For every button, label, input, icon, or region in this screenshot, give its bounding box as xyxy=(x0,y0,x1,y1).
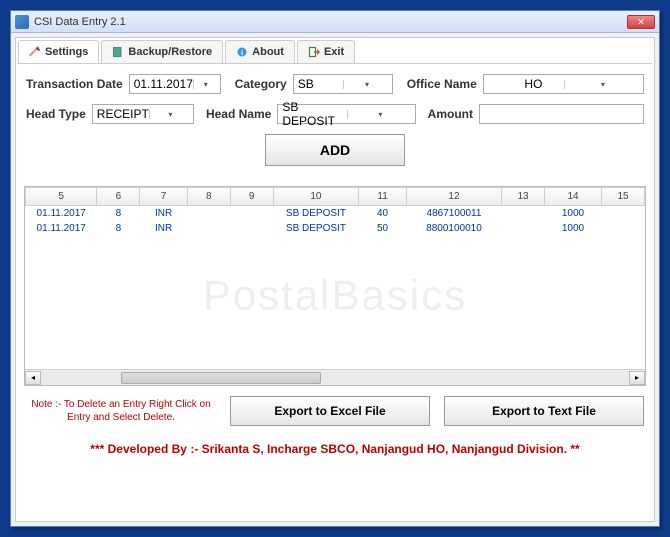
tab-label: Backup/Restore xyxy=(128,46,212,58)
close-button[interactable]: ✕ xyxy=(627,15,655,29)
field-value: HO xyxy=(488,77,564,91)
head-name-label: Head Name xyxy=(206,107,271,121)
horizontal-scrollbar[interactable]: ◂ ▸ xyxy=(25,369,645,385)
transaction-date-input[interactable]: 01.11.2017 ▾ xyxy=(129,74,221,94)
titlebar: CSI Data Entry 2.1 ✕ xyxy=(11,11,659,33)
cell xyxy=(230,221,273,236)
tab-label: About xyxy=(252,46,284,58)
footer-credit: *** Developed By :- Srikanta S, Incharge… xyxy=(18,436,652,464)
table-row[interactable]: 01.11.2017 8 INR SB DEPOSIT 40 486710001… xyxy=(26,206,645,222)
exit-icon xyxy=(308,46,320,58)
category-select[interactable]: SB ▾ xyxy=(293,74,393,94)
grid-header-row: 5 6 7 8 9 10 11 12 13 14 15 xyxy=(26,188,645,206)
about-icon: i xyxy=(236,46,248,58)
scroll-right-arrow[interactable]: ▸ xyxy=(629,371,645,385)
field-value: 01.11.2017 xyxy=(134,77,193,91)
head-type-label: Head Type xyxy=(26,107,86,121)
col-header[interactable]: 8 xyxy=(187,188,230,206)
field-value: RECEIPT xyxy=(97,107,149,121)
cell xyxy=(230,206,273,222)
tab-exit[interactable]: Exit xyxy=(297,40,355,63)
cell: SB DEPOSIT xyxy=(273,221,359,236)
data-grid: 5 6 7 8 9 10 11 12 13 14 15 01.11.2017 8 xyxy=(24,186,646,386)
chevron-down-icon[interactable]: ▾ xyxy=(564,80,641,89)
transaction-date-label: Transaction Date xyxy=(26,77,123,91)
cell: INR xyxy=(140,206,188,222)
office-name-label: Office Name xyxy=(407,77,477,91)
col-header[interactable]: 9 xyxy=(230,188,273,206)
cell: 01.11.2017 xyxy=(26,206,97,222)
office-name-select[interactable]: HO ▾ xyxy=(483,74,644,94)
tab-bar: Settings Backup/Restore i About Exit xyxy=(18,40,652,64)
tab-backup[interactable]: Backup/Restore xyxy=(101,40,223,63)
col-header[interactable]: 12 xyxy=(406,188,501,206)
cell xyxy=(602,221,645,236)
table-row[interactable]: 01.11.2017 8 INR SB DEPOSIT 50 880010001… xyxy=(26,221,645,236)
cell xyxy=(187,221,230,236)
watermark: PostalBasics xyxy=(203,272,467,320)
form-area: Transaction Date 01.11.2017 ▾ Category S… xyxy=(18,64,652,186)
field-value: SB DEPOSIT xyxy=(282,100,347,128)
cell: 1000 xyxy=(544,206,601,222)
col-header[interactable]: 13 xyxy=(502,188,545,206)
head-name-select[interactable]: SB DEPOSIT ▾ xyxy=(277,104,415,124)
cell: 4867100011 xyxy=(406,206,501,222)
cell: 1000 xyxy=(544,221,601,236)
settings-icon xyxy=(29,46,41,58)
tab-settings[interactable]: Settings xyxy=(18,40,99,63)
cell: SB DEPOSIT xyxy=(273,206,359,222)
window-title: CSI Data Entry 2.1 xyxy=(34,16,627,28)
chevron-down-icon[interactable]: ▾ xyxy=(149,110,191,119)
tab-label: Settings xyxy=(45,46,88,58)
col-header[interactable]: 10 xyxy=(273,188,359,206)
cell xyxy=(502,206,545,222)
export-text-button[interactable]: Export to Text File xyxy=(444,396,644,426)
svg-text:i: i xyxy=(241,48,243,57)
export-excel-button[interactable]: Export to Excel File xyxy=(230,396,430,426)
cell: 8 xyxy=(97,206,140,222)
amount-label: Amount xyxy=(428,107,473,121)
cell xyxy=(187,206,230,222)
cell: INR xyxy=(140,221,188,236)
tab-label: Exit xyxy=(324,46,344,58)
calendar-icon[interactable]: ▾ xyxy=(193,80,218,89)
col-header[interactable]: 15 xyxy=(602,188,645,206)
col-header[interactable]: 7 xyxy=(140,188,188,206)
cell xyxy=(602,206,645,222)
scroll-left-arrow[interactable]: ◂ xyxy=(25,371,41,385)
backup-icon xyxy=(112,46,124,58)
scroll-thumb[interactable] xyxy=(121,372,321,384)
content-area: Settings Backup/Restore i About Exit Tra… xyxy=(15,37,655,522)
cell: 8800100010 xyxy=(406,221,501,236)
cell: 40 xyxy=(359,206,407,222)
tab-about[interactable]: i About xyxy=(225,40,295,63)
delete-note: Note :- To Delete an Entry Right Click o… xyxy=(26,398,216,424)
cell: 8 xyxy=(97,221,140,236)
col-header[interactable]: 11 xyxy=(359,188,407,206)
add-button[interactable]: ADD xyxy=(265,134,405,166)
cell xyxy=(502,221,545,236)
app-window: CSI Data Entry 2.1 ✕ Settings Backup/Res… xyxy=(10,10,660,527)
chevron-down-icon[interactable]: ▾ xyxy=(343,80,390,89)
col-header[interactable]: 5 xyxy=(26,188,97,206)
cell: 50 xyxy=(359,221,407,236)
amount-input[interactable] xyxy=(479,104,644,124)
field-value: SB xyxy=(298,77,344,91)
cell: 01.11.2017 xyxy=(26,221,97,236)
scroll-track[interactable] xyxy=(41,371,629,385)
col-header[interactable]: 6 xyxy=(97,188,140,206)
category-label: Category xyxy=(235,77,287,91)
bottom-row: Note :- To Delete an Entry Right Click o… xyxy=(18,386,652,436)
head-type-select[interactable]: RECEIPT ▾ xyxy=(92,104,194,124)
chevron-down-icon[interactable]: ▾ xyxy=(347,110,413,119)
app-icon xyxy=(15,15,29,29)
col-header[interactable]: 14 xyxy=(544,188,601,206)
